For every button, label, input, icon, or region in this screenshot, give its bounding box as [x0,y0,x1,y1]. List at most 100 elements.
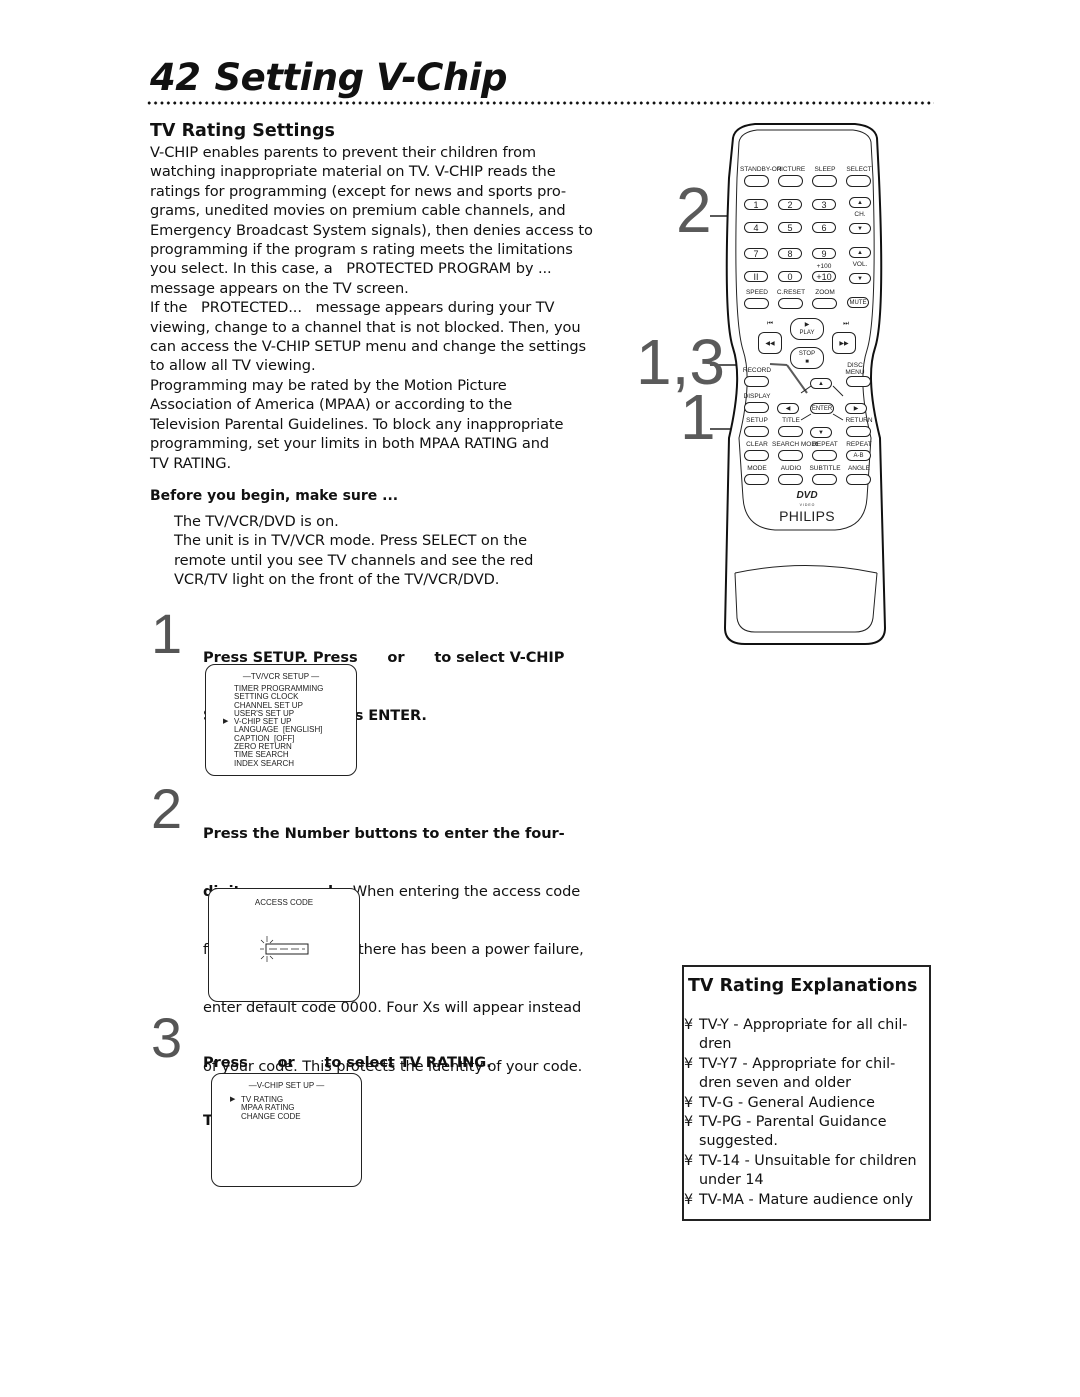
rating-text: TV-Y7 - Appropriate for chil- [699,1055,896,1072]
button-clear[interactable] [744,450,769,461]
button-zoom[interactable] [812,298,837,309]
rating-item: dren [684,1035,917,1054]
display-button[interactable] [744,402,769,413]
intro-line: watching inappropriate material on TV. V… [150,163,556,181]
left-arrow-button[interactable]: ◀ [777,403,799,414]
label-repeat: REPEAT [812,441,838,448]
digit-button-3[interactable]: 3 [812,199,836,210]
volume-up-button[interactable]: ▲ [849,247,871,258]
label-search-mode: SEARCH MODE [772,441,821,448]
intro-line: grams, unedited movies on premium cable … [150,202,566,220]
brand-logo: PHILIPS [779,508,835,524]
button-creset[interactable] [778,298,803,309]
step-2-line-1: Press the Number buttons to enter the fo… [203,824,565,842]
digit-button-7[interactable]: 7 [744,248,768,259]
button-subtitle[interactable] [812,474,837,485]
dotted-divider [146,100,934,106]
rating-text: suggested. [699,1133,778,1150]
setup-button[interactable] [744,426,769,437]
play-label: PLAY [799,330,815,336]
button-repeat[interactable] [812,450,837,461]
dvd-video-label: V I D E O [799,503,815,507]
right-arrow-button[interactable]: ▶ [845,403,867,414]
bullet-icon: ¥ [684,1094,694,1111]
button-search-mode[interactable] [778,450,803,461]
button-audio[interactable] [778,474,803,485]
rewind-button[interactable]: ◀◀ [758,332,782,354]
bullet-icon: ¥ [684,1114,694,1131]
intro-line: message appears on the TV screen. [150,279,409,297]
label-return: RETURN [845,417,873,424]
button-sleep[interactable] [812,175,837,187]
menu-item-label: INDEX SEARCH [234,758,295,768]
callout-2: 2 [676,174,712,246]
digit-button-plus10[interactable]: +10 [812,271,836,282]
label-select: SELECT [846,166,872,173]
title-button[interactable] [778,426,803,437]
digit-button-5[interactable]: 5 [778,222,802,233]
disc-menu-button[interactable] [846,376,871,387]
menu-item: CHANGE CODE [241,1111,301,1121]
label-ch: CH. [854,211,866,218]
rating-item: dren seven and older [684,1074,917,1093]
digit-button-4[interactable]: 4 [744,222,768,233]
bullet-icon: ¥ [684,1055,694,1072]
stop-button[interactable]: STOP ■ [790,347,824,369]
digit-button-9[interactable]: 9 [812,248,836,259]
menu-item-label: CHANGE CODE [241,1111,301,1121]
label-disc: DISC [847,362,863,369]
rating-item: ¥ TV-G - General Audience [684,1094,917,1113]
volume-down-button[interactable]: ▼ [849,273,871,284]
record-button[interactable] [744,376,769,387]
play-icon: ▶ [804,322,810,328]
button-repeat-ab[interactable]: A-B [846,450,871,461]
play-button[interactable]: ▶ PLAY [790,318,824,340]
down-arrow-button[interactable]: ▼ [810,427,832,438]
intro-text: V-CHIP enables parents to prevent their … [150,143,593,473]
setup-menu-list: TIMER PROGRAMMING SETTING CLOCK CHANNEL SE… [223,684,323,768]
up-arrow-button[interactable]: ▲ [810,378,832,389]
enter-button[interactable]: ENTER [810,403,834,414]
return-button[interactable] [846,426,871,437]
button-mode[interactable] [744,474,769,485]
bullet-icon: ¥ [684,1152,694,1169]
button-angle[interactable] [846,474,871,485]
button-speed[interactable] [744,298,769,309]
digit-button-1[interactable]: 1 [744,199,768,210]
label-speed: SPEED [745,289,769,296]
label-setup: SETUP [746,417,768,424]
bullet-icon [684,1171,699,1190]
fast-forward-button[interactable]: ▶▶ [832,332,856,354]
channel-up-button[interactable]: ▲ [849,197,871,208]
digit-button-0[interactable]: 0 [778,271,802,282]
before-begin-list: The TV/VCR/DVD is on. The unit is in TV/V… [174,512,533,590]
bullet-icon: ¥ [684,1017,694,1033]
label-display: DISPLAY [743,393,771,400]
page-number: 42 [150,56,201,99]
selection-pointer-icon: ▶ [230,1096,236,1103]
label-audio: AUDIO [780,465,802,472]
mute-button[interactable]: MUTE [847,297,869,308]
label-record: RECORD [742,367,772,374]
skip-forward-icon: ⏭ [843,320,849,327]
skip-back-icon: ⏮ [767,320,773,327]
button-picture[interactable] [778,175,803,187]
label-angle: ANGLE [847,465,871,472]
step-2-rest: When entering the access code [348,883,581,901]
intro-line: Emergency Broadcast System signals), the… [150,221,593,239]
digit-button-6[interactable]: 6 [812,222,836,233]
button-standby-on[interactable] [744,175,769,187]
intro-line: Programming may be rated by the Motion P… [150,376,507,394]
rating-item: suggested. [684,1132,917,1151]
rating-item: ¥ TV-MA - Mature audience only [684,1191,917,1210]
channel-down-button[interactable]: ▼ [849,223,871,234]
digit-button-8[interactable]: 8 [778,248,802,259]
digit-button-ii[interactable]: II [744,271,768,282]
callout-1: 1 [680,381,716,453]
dvd-logo: DVD [796,490,818,501]
section-heading: TV Rating Settings [150,121,335,141]
intro-line: If the PROTECTED... message appears duri… [150,299,555,317]
button-select[interactable] [846,175,871,187]
digit-button-2[interactable]: 2 [778,199,802,210]
label-repeat: REPEAT [846,441,872,448]
